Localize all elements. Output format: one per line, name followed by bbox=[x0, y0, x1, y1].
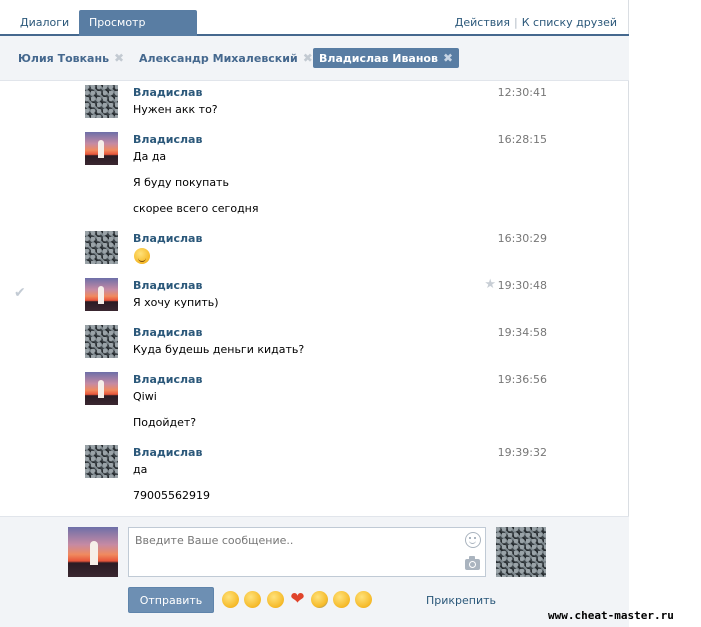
message-item[interactable]: Владислав 12:30:41 Нужен акк то? bbox=[0, 82, 629, 128]
message-author[interactable]: Владислав bbox=[133, 133, 202, 146]
relieved-emoji-icon[interactable] bbox=[333, 591, 350, 608]
scream-emoji-icon[interactable] bbox=[311, 591, 328, 608]
message-author[interactable]: Владислав bbox=[133, 373, 202, 386]
smile-icon[interactable] bbox=[465, 532, 481, 548]
message-author[interactable]: Владислав bbox=[133, 446, 202, 459]
link-separator: | bbox=[514, 16, 518, 29]
message-author[interactable]: Владислав bbox=[133, 326, 202, 339]
message-item[interactable]: Владислав 19:34:58 Куда будешь деньги ки… bbox=[0, 322, 629, 368]
close-icon[interactable]: ✖ bbox=[114, 48, 124, 68]
camera-icon[interactable] bbox=[465, 556, 480, 570]
wink-emoji-icon bbox=[134, 248, 150, 264]
avatar[interactable] bbox=[85, 372, 118, 405]
tab-dialogs[interactable]: Диалоги bbox=[10, 11, 79, 36]
grimace-emoji-icon[interactable] bbox=[355, 591, 372, 608]
friends-list-link[interactable]: К списку друзей bbox=[522, 16, 617, 29]
message-text: 79005562919 bbox=[133, 489, 210, 502]
message-time: 19:36:56 bbox=[497, 373, 547, 386]
avatar[interactable] bbox=[85, 85, 118, 118]
laugh-emoji-icon[interactable] bbox=[267, 591, 284, 608]
dialog-chip-label: Владислав Иванов bbox=[319, 52, 438, 65]
grin-emoji-icon[interactable] bbox=[222, 591, 239, 608]
message-text: Куда будешь деньги кидать? bbox=[133, 343, 305, 356]
star-icon[interactable]: ★ bbox=[484, 277, 496, 292]
message-input-box[interactable] bbox=[128, 527, 486, 577]
blush-emoji-icon[interactable] bbox=[244, 591, 261, 608]
dialog-chip-label: Александр Михалевский bbox=[139, 52, 298, 65]
avatar-figure bbox=[90, 541, 98, 565]
message-text: Подойдет? bbox=[133, 416, 197, 429]
message-text: Qiwi bbox=[133, 390, 157, 403]
watermark: www.cheat-master.ru bbox=[548, 609, 674, 622]
top-links: Действия | К списку друзей bbox=[455, 16, 617, 29]
dialog-chip-active[interactable]: Владислав Иванов ✖ bbox=[313, 48, 460, 68]
message-input[interactable] bbox=[129, 528, 459, 576]
message-text: скорее всего сегодня bbox=[133, 202, 259, 215]
actions-link[interactable]: Действия bbox=[455, 16, 510, 29]
message-author[interactable]: Владислав bbox=[133, 279, 202, 292]
message-item[interactable]: ✔ Владислав ★ 19:30:48 Я хочу купить) bbox=[0, 275, 629, 321]
avatar-figure bbox=[98, 380, 104, 398]
message-text: Нужен акк то? bbox=[133, 103, 218, 116]
avatar[interactable] bbox=[85, 132, 118, 165]
dialog-chip[interactable]: Александр Михалевский ✖ bbox=[133, 48, 319, 68]
message-time: 12:30:41 bbox=[497, 86, 547, 99]
message-time: 19:30:48 bbox=[497, 279, 547, 292]
message-time: 19:34:58 bbox=[497, 326, 547, 339]
message-item[interactable]: Владислав 16:28:15 Да да Я буду покупать… bbox=[0, 129, 629, 227]
message-item[interactable]: Владислав 19:36:56 Qiwi Подойдет? bbox=[0, 369, 629, 441]
top-tabs: Диалоги Просмотр диалогов Действия | К спи… bbox=[0, 0, 629, 55]
attach-link[interactable]: Прикрепить bbox=[426, 594, 496, 607]
message-time: 19:39:32 bbox=[497, 446, 547, 459]
avatar-figure bbox=[98, 286, 104, 304]
my-avatar[interactable] bbox=[68, 527, 118, 577]
peer-avatar[interactable] bbox=[496, 527, 546, 577]
message-time: 16:28:15 bbox=[497, 133, 547, 146]
heart-icon[interactable]: ❤ bbox=[289, 591, 306, 608]
message-item[interactable]: Владислав 16:30:29 bbox=[0, 228, 629, 274]
avatar[interactable] bbox=[85, 445, 118, 478]
close-icon[interactable]: ✖ bbox=[443, 48, 453, 68]
message-text: да bbox=[133, 463, 148, 476]
avatar[interactable] bbox=[85, 325, 118, 358]
checkmark-icon[interactable]: ✔ bbox=[14, 285, 26, 301]
message-history[interactable]: Владислав 12:30:41 Нужен акк то? Владисл… bbox=[0, 82, 629, 516]
avatar[interactable] bbox=[85, 231, 118, 264]
dialog-chip[interactable]: Юлия Товкань ✖ bbox=[12, 48, 130, 68]
message-item[interactable]: Владислав 19:39:32 да 79005562919 bbox=[0, 442, 629, 516]
avatar-figure bbox=[98, 140, 104, 158]
avatar[interactable] bbox=[85, 278, 118, 311]
compose-area: Отправить ❤ Прикрепить bbox=[0, 516, 629, 627]
close-icon[interactable]: ✖ bbox=[303, 48, 313, 68]
message-text: Да да bbox=[133, 150, 167, 163]
dialog-chip-label: Юлия Товкань bbox=[18, 52, 110, 65]
message-text: Я хочу купить) bbox=[133, 296, 219, 309]
tab-view-dialogs[interactable]: Просмотр диалогов bbox=[79, 10, 197, 55]
message-author[interactable]: Владислав bbox=[133, 232, 202, 245]
message-text: Я буду покупать bbox=[133, 176, 229, 189]
message-author[interactable]: Владислав bbox=[133, 86, 202, 99]
message-time: 16:30:29 bbox=[497, 232, 547, 245]
open-dialogs-bar: Юлия Товкань ✖ Александр Михалевский ✖ Вла… bbox=[0, 36, 629, 81]
messages-window: Диалоги Просмотр диалогов Действия | К спи… bbox=[0, 0, 629, 627]
send-button[interactable]: Отправить bbox=[128, 587, 214, 613]
